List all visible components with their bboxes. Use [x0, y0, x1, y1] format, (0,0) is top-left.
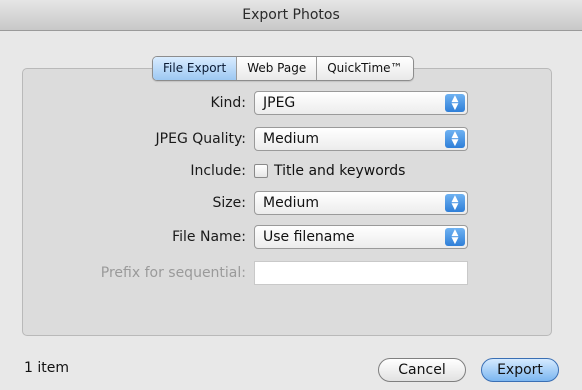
kind-popup[interactable]: JPEG ▲ ▼	[254, 91, 468, 115]
size-value: Medium	[263, 195, 319, 211]
tab-quicktime[interactable]: QuickTime™	[316, 57, 412, 80]
file-name-popup[interactable]: Use filename ▲ ▼	[254, 225, 468, 249]
title-bar: Export Photos	[0, 0, 582, 31]
export-tabs: File Export Web Page QuickTime™	[152, 56, 414, 81]
prefix-field[interactable]	[254, 261, 468, 285]
jpeg-quality-label: JPEG Quality:	[155, 131, 246, 147]
up-down-arrows-icon: ▲ ▼	[445, 130, 465, 148]
prefix-row: Prefix for sequential:	[0, 260, 582, 286]
kind-row: Kind: JPEG ▲ ▼	[0, 90, 582, 116]
file-name-row: File Name: Use filename ▲ ▼	[0, 224, 582, 250]
size-label: Size:	[212, 195, 246, 211]
title-keywords-option: Title and keywords	[254, 158, 405, 184]
export-photos-dialog: Export Photos File Export Web Page Quick…	[0, 0, 582, 390]
size-row: Size: Medium ▲ ▼	[0, 190, 582, 216]
up-down-arrows-icon: ▲ ▼	[445, 94, 465, 112]
file-name-value: Use filename	[263, 229, 355, 245]
jpeg-quality-popup[interactable]: Medium ▲ ▼	[254, 127, 468, 151]
up-down-arrows-icon: ▲ ▼	[445, 228, 465, 246]
tab-web-page[interactable]: Web Page	[236, 57, 316, 80]
jpeg-quality-value: Medium	[263, 131, 319, 147]
cancel-button[interactable]: Cancel	[378, 358, 466, 382]
kind-label: Kind:	[210, 95, 246, 111]
file-name-label: File Name:	[172, 229, 246, 245]
title-keywords-label[interactable]: Title and keywords	[274, 163, 405, 179]
up-down-arrows-icon: ▲ ▼	[445, 194, 465, 212]
kind-value: JPEG	[263, 95, 296, 111]
tab-file-export[interactable]: File Export	[153, 57, 237, 80]
jpeg-quality-row: JPEG Quality: Medium ▲ ▼	[0, 126, 582, 152]
prefix-label: Prefix for sequential:	[100, 265, 246, 281]
include-label: Include:	[190, 163, 246, 179]
item-count: 1 item	[24, 360, 69, 376]
title-keywords-checkbox[interactable]	[254, 164, 268, 178]
export-button[interactable]: Export	[481, 358, 559, 382]
size-popup[interactable]: Medium ▲ ▼	[254, 191, 468, 215]
include-row: Include: Title and keywords	[0, 158, 582, 184]
window-title: Export Photos	[242, 7, 340, 23]
